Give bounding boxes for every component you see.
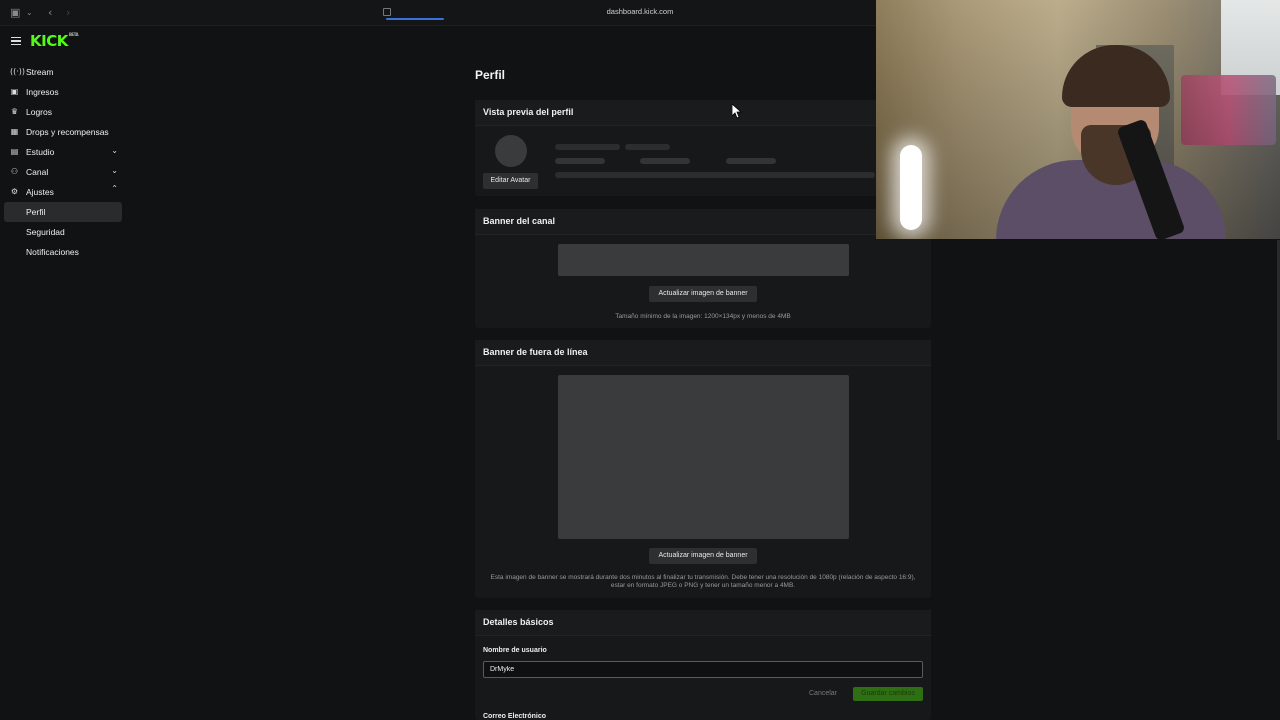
forward-icon[interactable]: › — [66, 6, 70, 20]
sidebar-item-drops[interactable]: ▦ Drops y recompensas — [4, 122, 122, 142]
sidebar-item-seguridad[interactable]: Seguridad — [4, 222, 122, 242]
avatar — [495, 135, 527, 167]
card-title: Detalles básicos — [475, 610, 931, 636]
kick-logo[interactable]: KICKBETA — [30, 32, 79, 50]
webcam-overlay — [876, 0, 1280, 239]
mouse-cursor-icon — [732, 104, 742, 119]
skeleton-line — [640, 158, 690, 164]
save-changes-button[interactable]: Guardar cambios — [853, 687, 923, 701]
ring-light — [900, 145, 922, 230]
chevron-down-icon[interactable]: ⌄ — [26, 6, 33, 20]
chevron-up-icon: ⌃ — [111, 184, 118, 193]
offline-banner-preview — [558, 375, 849, 539]
edit-avatar-button[interactable]: Editar Avatar — [483, 173, 538, 189]
gift-icon: ▦ — [10, 127, 19, 136]
gear-icon: ⚙ — [10, 187, 19, 196]
card-title: Vista previa del perfil — [475, 100, 931, 126]
sidebar-item-logros[interactable]: ♛ Logros — [4, 102, 122, 122]
sidebar-item-ajustes[interactable]: ⚙ Ajustes ⌃ — [4, 182, 122, 202]
username-label: Nombre de usuario — [483, 647, 547, 654]
sidebar-item-perfil[interactable]: Perfil — [4, 202, 122, 222]
chevron-down-icon: ⌄ — [111, 146, 118, 155]
sidebar-item-notificaciones[interactable]: Notificaciones — [4, 242, 122, 262]
sidebar-item-stream[interactable]: ((·)) Stream — [4, 62, 122, 82]
chevron-down-icon: ⌄ — [111, 166, 118, 175]
profile-preview-card: Vista previa del perfil Editar Avatar — [475, 100, 931, 196]
update-channel-banner-button[interactable]: Actualizar imagen de banner — [649, 286, 757, 302]
channel-banner-hint: Tamaño mínimo de la imagen: 1200×134px y… — [615, 313, 791, 320]
wallet-icon: ▣ — [10, 87, 19, 96]
skeleton-line — [726, 158, 776, 164]
sidebar-item-estudio[interactable]: ▤ Estudio ⌄ — [4, 142, 122, 162]
skeleton-line — [555, 172, 875, 178]
loading-bar — [386, 18, 444, 20]
channel-banner-card: Banner del canal Actualizar imagen de ba… — [475, 209, 931, 328]
channel-banner-preview — [558, 244, 849, 276]
card-title: Banner de fuera de línea — [475, 340, 931, 366]
update-offline-banner-button[interactable]: Actualizar imagen de banner — [649, 548, 757, 564]
users-icon: ⚇ — [10, 167, 19, 176]
offline-banner-hint: Esta imagen de banner se mostrará durant… — [490, 574, 916, 589]
page-icon — [383, 8, 391, 16]
grid-icon: ▤ — [10, 147, 19, 156]
skeleton-line — [555, 158, 605, 164]
skeleton-line — [555, 144, 620, 150]
offline-banner-card: Banner de fuera de línea Actualizar imag… — [475, 340, 931, 598]
sidebar-item-canal[interactable]: ⚇ Canal ⌄ — [4, 162, 122, 182]
trophy-icon: ♛ — [10, 107, 19, 116]
sidebar-item-ingresos[interactable]: ▣ Ingresos — [4, 82, 122, 102]
page-title: Perfil — [475, 68, 506, 82]
skeleton-line — [625, 144, 670, 150]
basic-details-card: Detalles básicos Nombre de usuario Cance… — [475, 610, 931, 720]
cancel-button[interactable]: Cancelar — [809, 690, 837, 697]
card-title: Banner del canal — [475, 209, 931, 235]
menu-icon[interactable] — [11, 37, 21, 45]
sidebar-toggle-icon[interactable]: ▣ — [10, 6, 20, 20]
username-input[interactable] — [483, 661, 923, 678]
address-bar[interactable]: dashboard.kick.com — [560, 7, 720, 16]
broadcast-icon: ((·)) — [10, 67, 26, 76]
back-icon[interactable]: ‹ — [48, 6, 52, 20]
email-label: Correo Electrónico — [483, 713, 547, 720]
